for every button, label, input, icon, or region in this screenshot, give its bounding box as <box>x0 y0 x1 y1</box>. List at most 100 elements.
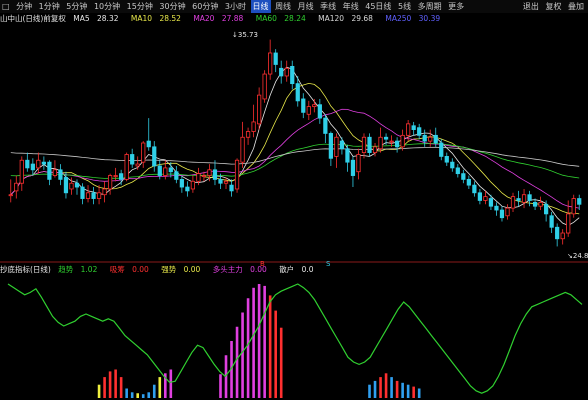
candle-down <box>422 134 427 142</box>
indicator-bar <box>274 310 277 398</box>
ma5-line <box>10 66 580 226</box>
candle-down <box>229 184 234 192</box>
candle-down <box>323 117 328 134</box>
candle-down <box>444 156 449 163</box>
candle-up <box>190 180 196 190</box>
indicator-bars <box>97 284 421 398</box>
candle-up <box>85 192 91 199</box>
candle-up <box>372 146 378 153</box>
candle-up <box>510 196 516 209</box>
candle-down <box>516 198 521 201</box>
candle-down <box>30 163 35 171</box>
candle-up <box>312 104 317 108</box>
indicator-bar <box>379 377 382 398</box>
candle-down <box>577 198 582 205</box>
indicator-bar <box>412 386 415 398</box>
candle-up <box>505 207 510 217</box>
indicator-bar <box>235 326 239 398</box>
indicator-bar <box>125 388 128 398</box>
indicator-bar <box>406 384 410 398</box>
candle-down <box>317 104 322 119</box>
candle-down <box>157 165 162 176</box>
candle-down <box>466 178 471 186</box>
candle-down <box>146 140 151 148</box>
candle-up <box>124 154 129 180</box>
candle-up <box>8 194 13 197</box>
candle-up <box>483 196 488 201</box>
candle-down <box>499 209 505 219</box>
indicator-bar <box>119 377 123 398</box>
indicator-bar <box>147 392 151 398</box>
indicator-bar <box>257 284 261 398</box>
indicator-bar <box>114 369 117 398</box>
low-price-label: ↘24.88 <box>567 252 588 260</box>
candle-up <box>378 136 383 150</box>
candle-up <box>251 121 256 132</box>
candle-up <box>52 169 58 176</box>
candle-down <box>301 98 306 113</box>
indicator-bar <box>169 369 173 398</box>
kline-chart[interactable]: ↓35.73 ↘24.88 B S <box>0 0 588 400</box>
candle-down <box>544 203 549 215</box>
candle-down <box>212 169 218 180</box>
candle-down <box>185 186 190 192</box>
candle-up <box>19 159 24 184</box>
candle-down <box>417 127 422 136</box>
indicator-bar <box>390 377 393 398</box>
indicator-bar <box>395 380 399 398</box>
candle-down <box>488 198 494 207</box>
candle-down <box>218 178 223 184</box>
high-price-label: ↓35.73 <box>232 31 258 39</box>
indicator-bar <box>252 287 255 398</box>
candle-down <box>179 178 184 188</box>
candle-down <box>450 161 455 169</box>
candle-up <box>240 136 245 163</box>
candle-up <box>361 136 367 153</box>
candle-up <box>102 188 107 196</box>
candle-up <box>521 194 527 203</box>
ma60-line <box>10 143 580 179</box>
candlestick-series <box>8 39 582 247</box>
indicator-bar <box>108 371 112 398</box>
candle-up <box>406 123 411 136</box>
candle-up <box>207 169 212 176</box>
candle-down <box>58 169 63 180</box>
marker-b: B <box>260 260 265 268</box>
candle-up <box>566 213 571 234</box>
candle-down <box>130 154 135 165</box>
candle-up <box>400 134 405 148</box>
candle-up <box>262 73 267 100</box>
indicator-bar <box>97 384 101 398</box>
candle-down <box>63 177 69 194</box>
candle-down <box>411 125 416 130</box>
candle-up <box>201 175 207 177</box>
candle-down <box>383 136 389 140</box>
indicator-bar <box>152 384 156 398</box>
candle-down <box>290 65 295 85</box>
candle-down <box>367 136 372 153</box>
candle-up <box>141 142 146 163</box>
marker-s: S <box>326 260 331 268</box>
candle-up <box>356 154 361 173</box>
candle-up <box>107 175 113 190</box>
candle-up <box>234 159 240 190</box>
candle-down <box>119 173 124 180</box>
indicator-bar <box>158 377 162 398</box>
indicator-bar <box>373 380 377 398</box>
indicator-bar <box>241 312 244 398</box>
candle-down <box>345 148 350 163</box>
candle-up <box>135 163 140 167</box>
indicator-bar <box>219 374 222 398</box>
indicator-bar <box>103 377 106 398</box>
candle-up <box>560 232 565 240</box>
candle-up <box>571 198 576 215</box>
indicator-bar <box>263 285 266 398</box>
candle-down <box>439 142 444 157</box>
candle-down <box>555 226 560 240</box>
candle-down <box>494 205 499 211</box>
indicator-bar <box>279 327 283 398</box>
candle-up <box>245 131 251 138</box>
moving-average-lines <box>10 66 580 226</box>
candle-down <box>174 171 179 180</box>
indicator-bar <box>136 393 140 398</box>
